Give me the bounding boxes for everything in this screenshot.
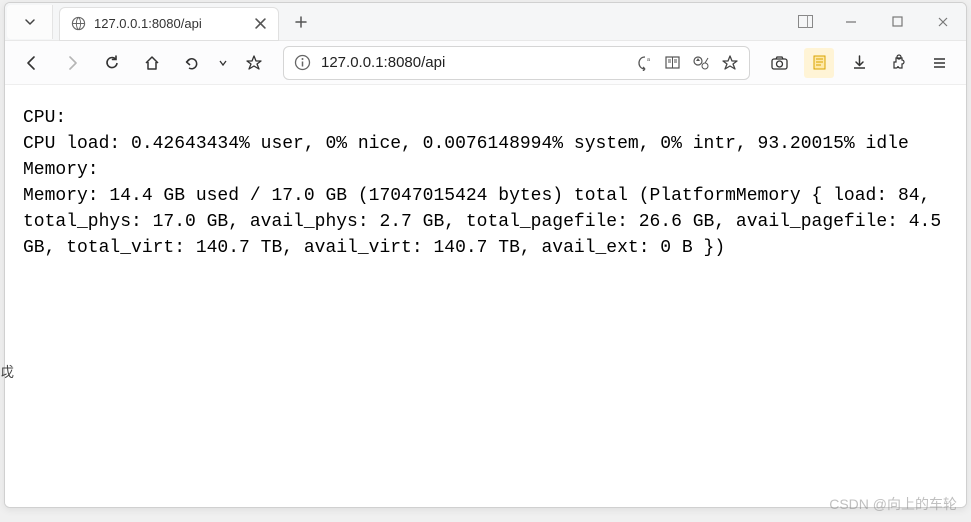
url-bar[interactable]: ᵃ: [283, 46, 750, 80]
minimize-button[interactable]: [828, 3, 874, 40]
screenshot-button[interactable]: [764, 48, 794, 78]
notes-button[interactable]: [804, 48, 834, 78]
browser-window: 127.0.0.1:8080/api: [4, 2, 967, 508]
undo-dropdown[interactable]: [217, 48, 229, 78]
reader-mode-icon[interactable]: [664, 54, 681, 71]
memory-line: Memory: 14.4 GB used / 17.0 GB (17047015…: [23, 186, 952, 258]
home-button[interactable]: [137, 48, 167, 78]
menu-button[interactable]: [924, 48, 954, 78]
tabs-dropdown-button[interactable]: [7, 5, 53, 39]
page-content: CPU: CPU load: 0.42643434% user, 0% nice…: [5, 85, 966, 507]
close-window-button[interactable]: [920, 3, 966, 40]
bookmark-button[interactable]: [239, 48, 269, 78]
info-icon[interactable]: [294, 54, 311, 71]
navigation-toolbar: ᵃ: [5, 41, 966, 85]
url-actions: ᵃ: [636, 54, 739, 72]
window-controls: [782, 3, 966, 40]
globe-icon: [70, 16, 86, 32]
title-bar: 127.0.0.1:8080/api: [5, 3, 966, 41]
maximize-button[interactable]: [874, 3, 920, 40]
favorite-star-icon[interactable]: [721, 54, 739, 72]
forward-button[interactable]: [57, 48, 87, 78]
translate-icon[interactable]: ᵃ: [636, 54, 654, 71]
sidebar-toggle-button[interactable]: [782, 3, 828, 40]
browser-tab[interactable]: 127.0.0.1:8080/api: [59, 7, 279, 41]
tab-close-button[interactable]: [252, 16, 268, 32]
svg-text:ᵃ: ᵃ: [647, 56, 651, 65]
download-button[interactable]: [844, 48, 874, 78]
background-fragment: 戉: [0, 362, 14, 382]
memory-header: Memory:: [23, 160, 99, 180]
undo-button[interactable]: [177, 48, 207, 78]
cpu-line: CPU load: 0.42643434% user, 0% nice, 0.0…: [23, 134, 909, 154]
url-input[interactable]: [321, 54, 626, 71]
new-tab-button[interactable]: [285, 6, 317, 38]
back-button[interactable]: [17, 48, 47, 78]
extensions-badge-icon[interactable]: [691, 54, 711, 71]
reload-button[interactable]: [97, 48, 127, 78]
cpu-header: CPU:: [23, 108, 66, 128]
extensions-button[interactable]: [884, 48, 914, 78]
tab-title: 127.0.0.1:8080/api: [94, 16, 244, 31]
watermark-text: CSDN @向上的车轮: [829, 494, 957, 514]
